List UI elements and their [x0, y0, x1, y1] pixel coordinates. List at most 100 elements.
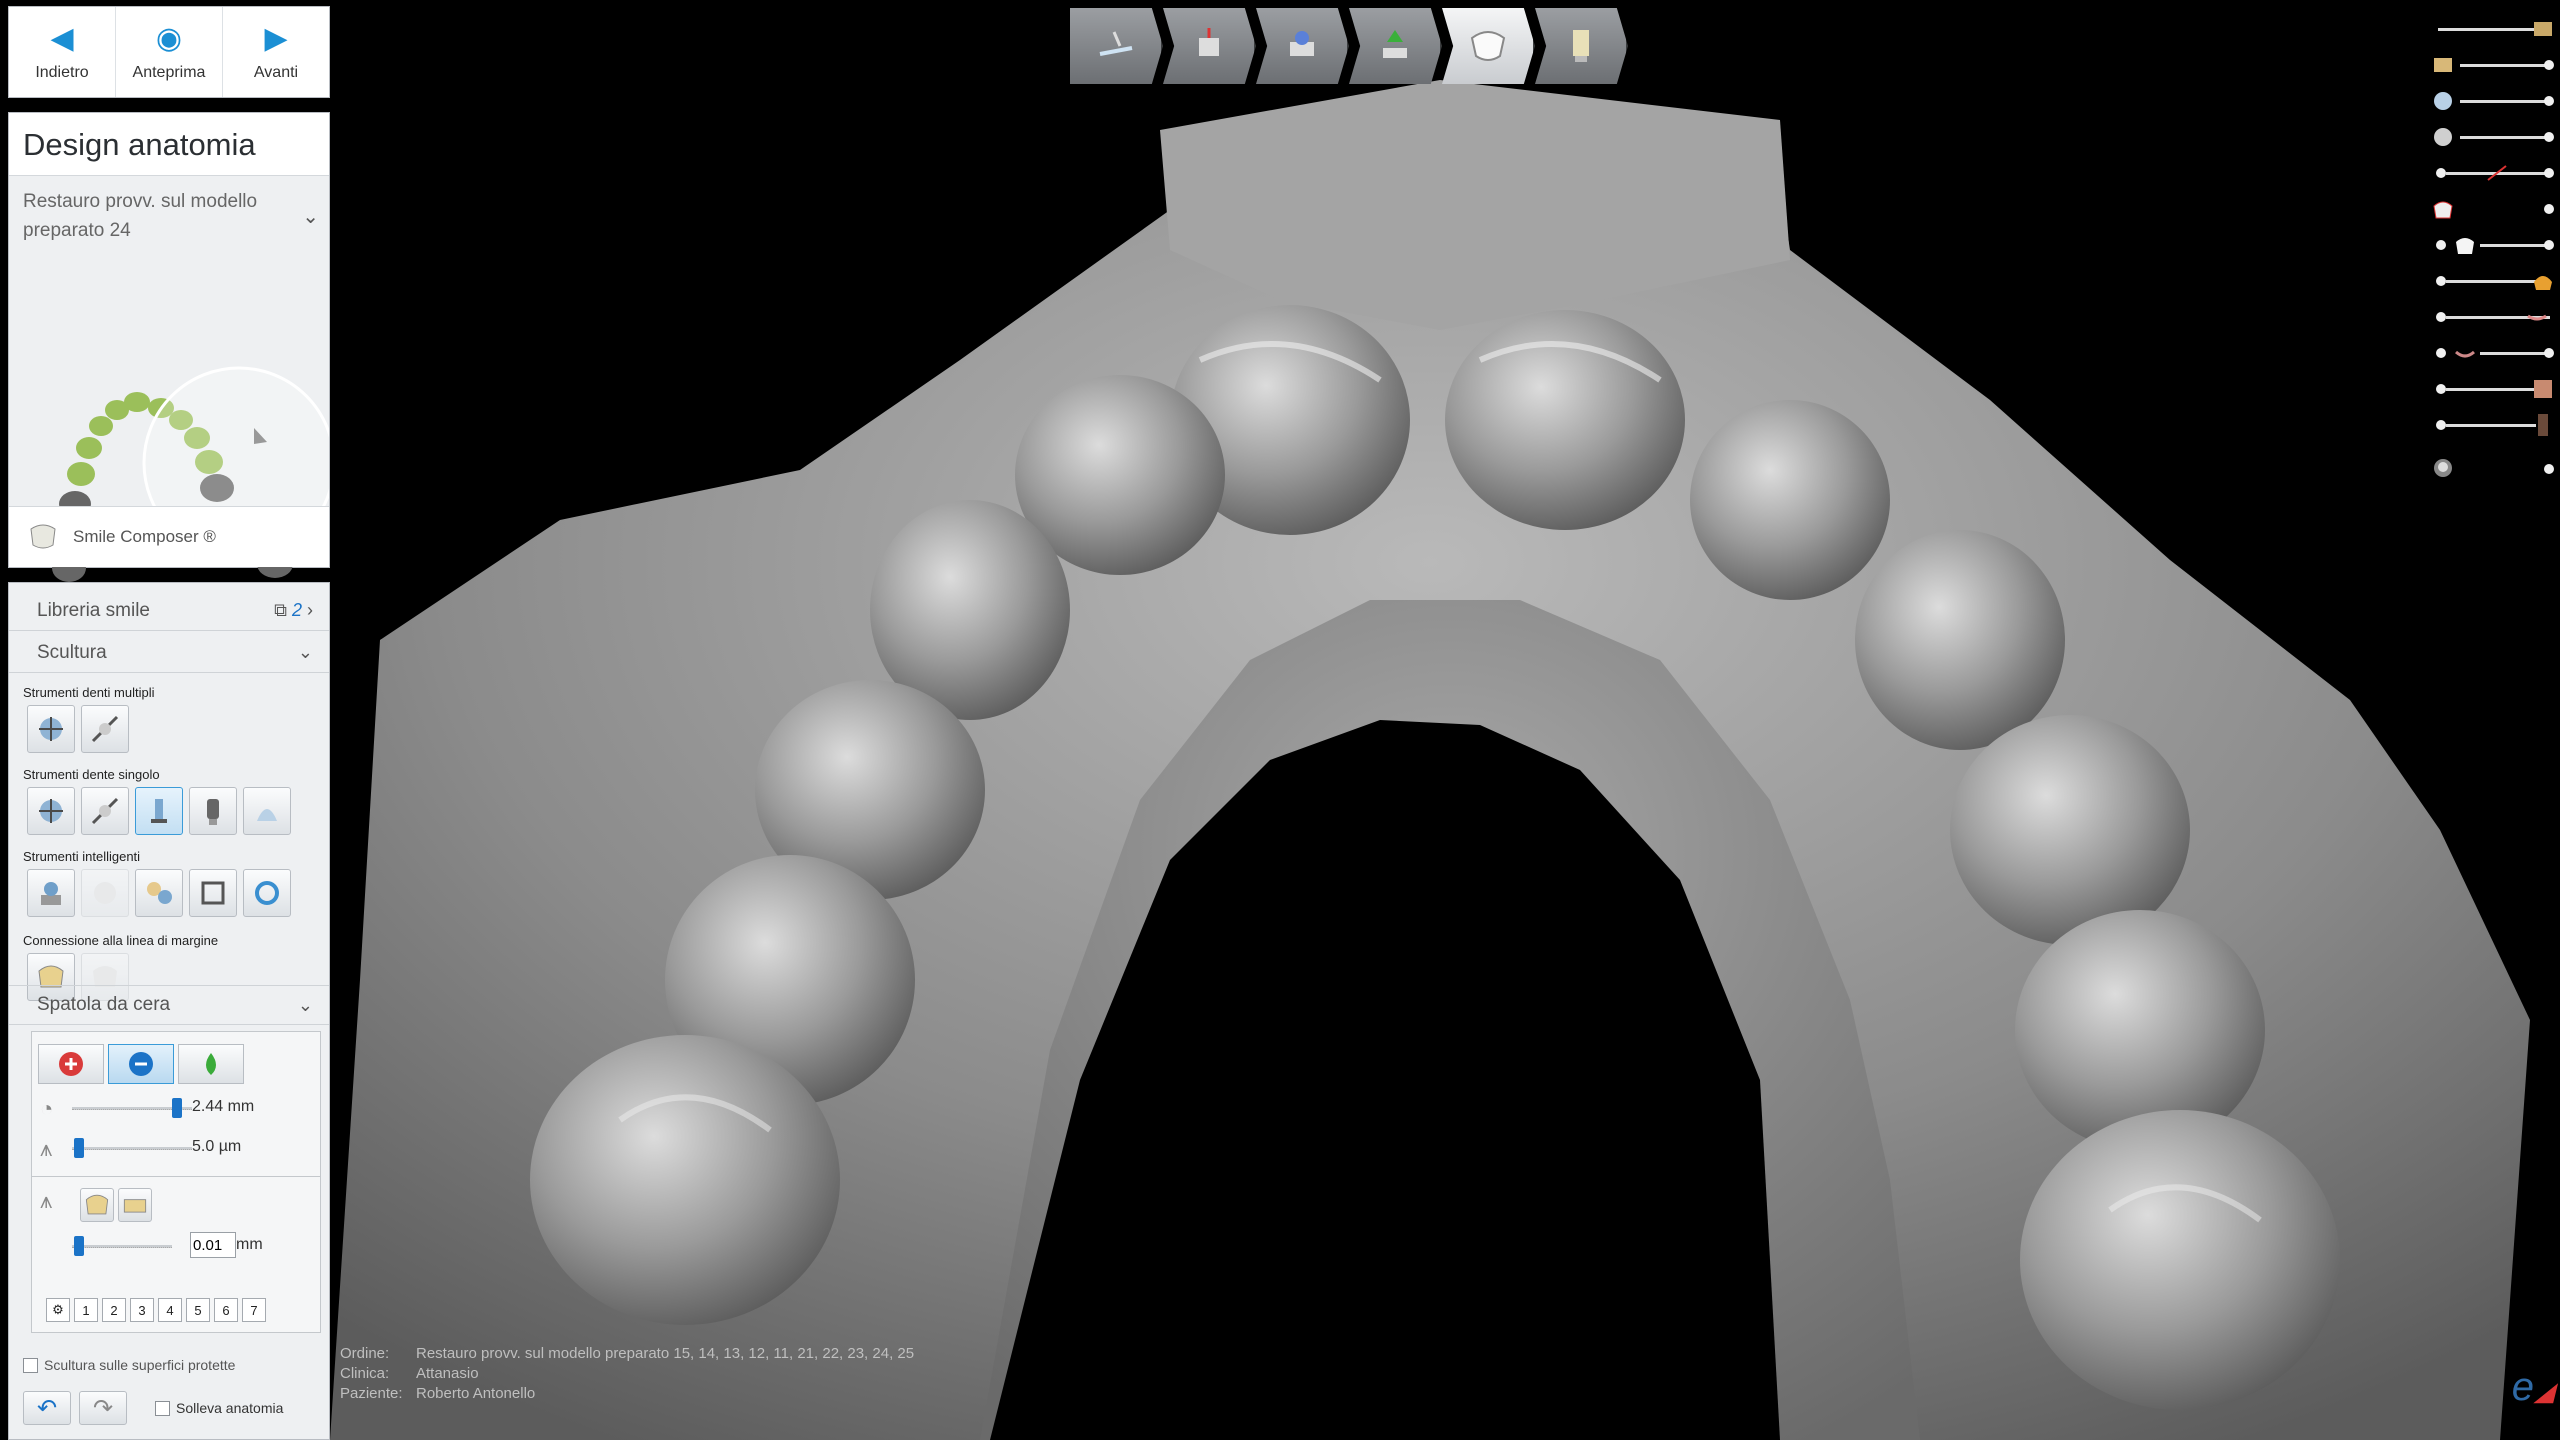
smart-tools-label: Strumenti intelligenti [23, 849, 141, 864]
remove-material-button[interactable] [108, 1044, 174, 1084]
smile-composer-label: Smile Composer ® [73, 527, 216, 546]
preset-7-button[interactable]: 7 [242, 1298, 266, 1322]
preset-2-button[interactable]: 2 [102, 1298, 126, 1322]
workflow-step-insertion[interactable] [1163, 8, 1256, 84]
order-key: Ordine: [340, 1345, 390, 1362]
plus-circle-icon [59, 1052, 83, 1076]
anatomy-cut-icon [2487, 165, 2507, 181]
workflow-step-cement[interactable] [1256, 8, 1349, 84]
crown-icon [2456, 238, 2474, 254]
visibility-slider-anatomy[interactable] [2426, 158, 2556, 188]
smooth-tool[interactable] [243, 787, 291, 835]
preset-4-button[interactable]: 4 [158, 1298, 182, 1322]
preset-6-button[interactable]: 6 [214, 1298, 238, 1322]
preview-button[interactable]: ◉ Anteprima [116, 7, 223, 97]
library-pager[interactable]: ⧉ 2 › [274, 600, 313, 621]
single-transform-tool[interactable] [27, 787, 75, 835]
visibility-slider-abutment-scan[interactable] [2426, 50, 2556, 80]
fit-tool[interactable] [189, 869, 237, 917]
brand-letter: e [2511, 1365, 2534, 1409]
workflow-step-anatomy[interactable] [1442, 8, 1535, 84]
visibility-slider-color[interactable] [2426, 266, 2556, 296]
checkbox[interactable] [23, 1357, 38, 1373]
visibility-slider-antagonist[interactable] [2426, 14, 2556, 44]
library-icon: ⧉ [274, 600, 287, 620]
navigation-panel: ◀ Indietro ◉ Anteprima ▶ Avanti [8, 6, 330, 98]
multi-tooth-tools-label: Strumenti denti multipli [23, 685, 155, 700]
chevron-down-icon: ⌄ [302, 206, 319, 228]
radius-icon: ◔ [40, 1096, 54, 1121]
sculpt-protected-checkbox[interactable]: Scultura sulle superfici protette [23, 1357, 235, 1373]
smile-library-header[interactable]: Libreria smile ⧉ 2 › [9, 591, 329, 631]
visibility-slider-smile[interactable] [2426, 338, 2556, 368]
restoration-dropdown[interactable]: Restauro provv. sul modello preparato 24… [23, 187, 323, 245]
back-button[interactable]: ◀ Indietro [9, 7, 116, 97]
raise-anatomy-label: Solleva anatomia [176, 1400, 284, 1416]
visibility-slider-crown[interactable] [2426, 230, 2556, 260]
sculpt-header[interactable]: Scultura ⌄ [9, 633, 329, 673]
restoration-icon [2433, 201, 2453, 219]
preset-3-button[interactable]: 3 [130, 1298, 154, 1322]
add-material-button[interactable] [38, 1044, 104, 1084]
visibility-slider-model[interactable] [2426, 86, 2556, 116]
minus-circle-icon [129, 1052, 153, 1076]
restoration-line2: preparato 24 [23, 220, 131, 241]
model-icon [2434, 92, 2452, 110]
clinic-value: Attanasio [416, 1365, 479, 1382]
radius-value: 2.44 mm [192, 1098, 255, 1115]
dental-model[interactable] [330, 80, 2530, 1440]
wax-knife-tool[interactable] [135, 787, 183, 835]
restoration-mode-button[interactable] [80, 1188, 114, 1222]
visibility-slider-gingiva[interactable] [2426, 122, 2556, 152]
rotate-icon [255, 881, 279, 905]
rotate-tool[interactable] [243, 869, 291, 917]
redo-button[interactable]: ↷ [79, 1391, 127, 1425]
smooth-icon [257, 809, 277, 821]
fit-icon [201, 881, 225, 905]
forward-button[interactable]: ▶ Avanti [223, 7, 329, 97]
tools-panel: Libreria smile ⧉ 2 › Scultura ⌄ Strument… [8, 582, 330, 1440]
offset-slider[interactable] [72, 1236, 172, 1256]
raise-anatomy-checkbox[interactable]: Solleva anatomia [155, 1400, 283, 1416]
radius-slider[interactable] [72, 1098, 192, 1118]
strength-slider[interactable] [72, 1138, 192, 1158]
visibility-slider-restoration[interactable] [2426, 194, 2556, 224]
checkbox[interactable] [155, 1400, 170, 1416]
workflow-step-abutment[interactable] [1349, 8, 1442, 84]
visibility-slider-lip[interactable] [2426, 302, 2556, 332]
redo-icon: ↷ [92, 1394, 114, 1422]
lip-icon [2527, 314, 2547, 321]
tooth-transform-icon [39, 717, 63, 741]
abutment-icon [1382, 30, 1407, 58]
insertion-axis-icon [1198, 28, 1219, 56]
multi-transform-tool[interactable] [27, 705, 75, 753]
smile-composer-button[interactable]: Smile Composer ® [9, 506, 329, 567]
multi-morph-tool[interactable] [81, 705, 129, 753]
visibility-slider-face[interactable] [2426, 410, 2556, 440]
3d-viewport[interactable] [0, 0, 2560, 1440]
occlusion-tool[interactable] [135, 869, 183, 917]
model-mode-button[interactable] [118, 1188, 152, 1222]
preset-toggle-button[interactable]: ⚙ [46, 1298, 70, 1322]
workflow-step-bottom[interactable] [1535, 8, 1628, 84]
shape-tool[interactable] [189, 787, 237, 835]
abutment-shape-icon [207, 799, 219, 825]
visibility-slider-head[interactable] [2426, 454, 2556, 484]
wax-knife-header[interactable]: Spatola da cera ⌄ [9, 985, 329, 1025]
order-value: Restauro provv. sul modello preparato 15… [416, 1345, 915, 1362]
single-morph-tool[interactable] [81, 787, 129, 835]
tooth-transform-icon [39, 799, 63, 823]
adapt-antagonist-tool[interactable] [81, 869, 129, 917]
visibility-slider-photo[interactable] [2426, 374, 2556, 404]
workflow-step-margin[interactable] [1070, 8, 1163, 84]
preset-1-button[interactable]: 1 [74, 1298, 98, 1322]
chevron-down-icon: ⌄ [297, 994, 313, 1015]
adapt-contact-tool[interactable] [27, 869, 75, 917]
undo-button[interactable]: ↶ [23, 1391, 71, 1425]
anatomy-icon [1470, 31, 1505, 61]
smart-tools [27, 869, 291, 917]
offset-input[interactable] [190, 1232, 236, 1258]
library-page: 2 [291, 600, 302, 620]
smooth-material-button[interactable] [178, 1044, 244, 1084]
preset-5-button[interactable]: 5 [186, 1298, 210, 1322]
